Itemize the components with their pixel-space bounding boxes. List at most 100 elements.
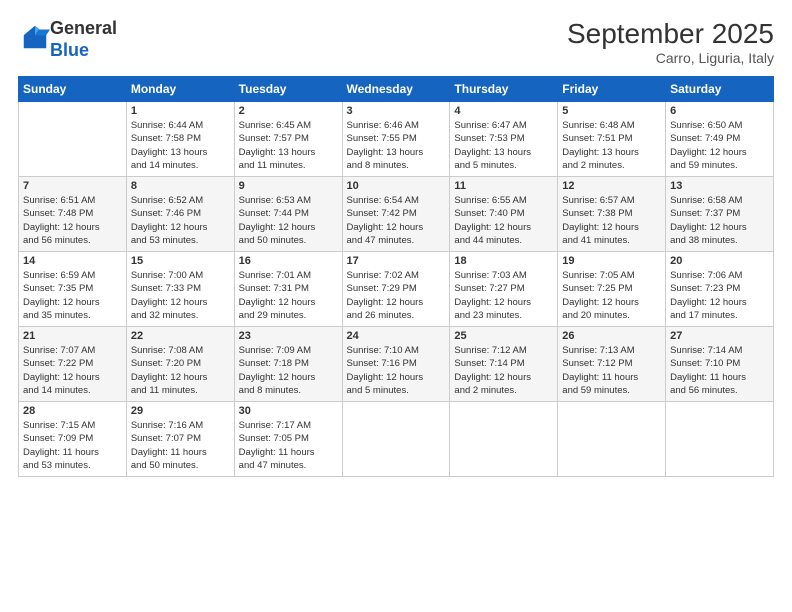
calendar-cell: 23Sunrise: 7:09 AM Sunset: 7:18 PM Dayli…: [234, 327, 342, 402]
cell-info: Sunrise: 6:54 AM Sunset: 7:42 PM Dayligh…: [347, 194, 446, 247]
weekday-header-saturday: Saturday: [666, 77, 774, 102]
calendar-cell: 12Sunrise: 6:57 AM Sunset: 7:38 PM Dayli…: [558, 177, 666, 252]
cell-info: Sunrise: 6:48 AM Sunset: 7:51 PM Dayligh…: [562, 119, 661, 172]
title-block: September 2025 Carro, Liguria, Italy: [567, 18, 774, 66]
calendar-cell: 21 Sunrise: 7:07 AM Sunset: 7:22 PM Dayli…: [19, 327, 127, 402]
cell-info: Sunrise: 7:10 AM Sunset: 7:16 PM Dayligh…: [347, 344, 446, 397]
cell-date: 7: [23, 180, 122, 192]
calendar-cell: 1Sunrise: 6:44 AM Sunset: 7:58 PM Daylig…: [126, 102, 234, 177]
calendar-cell: [450, 402, 558, 477]
cell-date: 22: [131, 330, 230, 342]
calendar-table: SundayMondayTuesdayWednesdayThursdayFrid…: [18, 76, 774, 477]
cell-date: 14: [23, 255, 122, 267]
cell-info: Sunrise: 6:53 AM Sunset: 7:44 PM Dayligh…: [239, 194, 338, 247]
calendar-cell: 10 Sunrise: 6:54 AM Sunset: 7:42 PM Dayli…: [342, 177, 450, 252]
cell-info: Sunrise: 7:16 AM Sunset: 7:07 PM Dayligh…: [131, 419, 230, 472]
cell-date: 26: [562, 330, 661, 342]
calendar-cell: 14 Sunrise: 6:59 AM Sunset: 7:35 PM Dayli…: [19, 252, 127, 327]
cell-info: Sunrise: 7:01 AM Sunset: 7:31 PM Dayligh…: [239, 269, 338, 322]
calendar-cell: 18 Sunrise: 7:03 AM Sunset: 7:27 PM Dayli…: [450, 252, 558, 327]
logo: General Blue: [18, 18, 117, 61]
weekday-header-monday: Monday: [126, 77, 234, 102]
weekday-header-row: SundayMondayTuesdayWednesdayThursdayFrid…: [19, 77, 774, 102]
calendar-cell: 27 Sunrise: 7:14 AM Sunset: 7:10 PM Dayli…: [666, 327, 774, 402]
cell-info: Sunrise: 6:45 AM Sunset: 7:57 PM Dayligh…: [239, 119, 338, 172]
calendar-cell: 8Sunrise: 6:52 AM Sunset: 7:46 PM Daylig…: [126, 177, 234, 252]
cell-date: 30: [239, 405, 338, 417]
cell-date: 21: [23, 330, 122, 342]
logo-blue: Blue: [50, 40, 89, 60]
calendar-cell: 30 Sunrise: 7:17 AM Sunset: 7:05 PM Dayli…: [234, 402, 342, 477]
cell-date: 24: [347, 330, 446, 342]
logo-general: General: [50, 18, 117, 38]
weekday-header-wednesday: Wednesday: [342, 77, 450, 102]
weekday-header-thursday: Thursday: [450, 77, 558, 102]
cell-date: 11: [454, 180, 553, 192]
cell-date: 16: [239, 255, 338, 267]
cell-info: Sunrise: 7:14 AM Sunset: 7:10 PM Dayligh…: [670, 344, 769, 397]
cell-date: 4: [454, 105, 553, 117]
cell-info: Sunrise: 7:12 AM Sunset: 7:14 PM Dayligh…: [454, 344, 553, 397]
cell-date: 17: [347, 255, 446, 267]
cell-info: Sunrise: 7:08 AM Sunset: 7:20 PM Dayligh…: [131, 344, 230, 397]
calendar-cell: 24 Sunrise: 7:10 AM Sunset: 7:16 PM Dayli…: [342, 327, 450, 402]
calendar-cell: [666, 402, 774, 477]
cell-info: Sunrise: 7:00 AM Sunset: 7:33 PM Dayligh…: [131, 269, 230, 322]
cell-info: Sunrise: 7:13 AM Sunset: 7:12 PM Dayligh…: [562, 344, 661, 397]
header: General Blue September 2025 Carro, Ligur…: [18, 18, 774, 66]
cell-info: Sunrise: 6:50 AM Sunset: 7:49 PM Dayligh…: [670, 119, 769, 172]
cell-info: Sunrise: 7:06 AM Sunset: 7:23 PM Dayligh…: [670, 269, 769, 322]
cell-info: Sunrise: 7:09 AM Sunset: 7:18 PM Dayligh…: [239, 344, 338, 397]
weekday-header-sunday: Sunday: [19, 77, 127, 102]
calendar-cell: 20 Sunrise: 7:06 AM Sunset: 7:23 PM Dayli…: [666, 252, 774, 327]
cell-date: 2: [239, 105, 338, 117]
calendar-cell: 6 Sunrise: 6:50 AM Sunset: 7:49 PM Daylig…: [666, 102, 774, 177]
calendar-cell: 19 Sunrise: 7:05 AM Sunset: 7:25 PM Dayli…: [558, 252, 666, 327]
calendar-cell: 28 Sunrise: 7:15 AM Sunset: 7:09 PM Dayli…: [19, 402, 127, 477]
cell-info: Sunrise: 7:17 AM Sunset: 7:05 PM Dayligh…: [239, 419, 338, 472]
cell-date: 3: [347, 105, 446, 117]
cell-date: 8: [131, 180, 230, 192]
calendar-cell: 29 Sunrise: 7:16 AM Sunset: 7:07 PM Dayli…: [126, 402, 234, 477]
calendar-cell: 4 Sunrise: 6:47 AM Sunset: 7:53 PM Daylig…: [450, 102, 558, 177]
calendar-cell: [558, 402, 666, 477]
cell-date: 10: [347, 180, 446, 192]
cell-info: Sunrise: 6:46 AM Sunset: 7:55 PM Dayligh…: [347, 119, 446, 172]
calendar-week-1: 1Sunrise: 6:44 AM Sunset: 7:58 PM Daylig…: [19, 102, 774, 177]
cell-date: 25: [454, 330, 553, 342]
calendar-cell: 9 Sunrise: 6:53 AM Sunset: 7:44 PM Daylig…: [234, 177, 342, 252]
cell-info: Sunrise: 6:51 AM Sunset: 7:48 PM Dayligh…: [23, 194, 122, 247]
logo-icon: [20, 22, 50, 52]
cell-info: Sunrise: 7:03 AM Sunset: 7:27 PM Dayligh…: [454, 269, 553, 322]
cell-info: Sunrise: 7:15 AM Sunset: 7:09 PM Dayligh…: [23, 419, 122, 472]
cell-info: Sunrise: 6:47 AM Sunset: 7:53 PM Dayligh…: [454, 119, 553, 172]
cell-date: 6: [670, 105, 769, 117]
cell-date: 13: [670, 180, 769, 192]
calendar-cell: 25 Sunrise: 7:12 AM Sunset: 7:14 PM Dayli…: [450, 327, 558, 402]
cell-date: 27: [670, 330, 769, 342]
calendar-cell: 2 Sunrise: 6:45 AM Sunset: 7:57 PM Daylig…: [234, 102, 342, 177]
calendar-week-4: 21 Sunrise: 7:07 AM Sunset: 7:22 PM Dayli…: [19, 327, 774, 402]
cell-info: Sunrise: 7:05 AM Sunset: 7:25 PM Dayligh…: [562, 269, 661, 322]
cell-info: Sunrise: 6:59 AM Sunset: 7:35 PM Dayligh…: [23, 269, 122, 322]
calendar-cell: 17 Sunrise: 7:02 AM Sunset: 7:29 PM Dayli…: [342, 252, 450, 327]
cell-date: 9: [239, 180, 338, 192]
calendar-cell: 15Sunrise: 7:00 AM Sunset: 7:33 PM Dayli…: [126, 252, 234, 327]
cell-info: Sunrise: 7:07 AM Sunset: 7:22 PM Dayligh…: [23, 344, 122, 397]
calendar-cell: 5Sunrise: 6:48 AM Sunset: 7:51 PM Daylig…: [558, 102, 666, 177]
calendar-week-2: 7 Sunrise: 6:51 AM Sunset: 7:48 PM Daylig…: [19, 177, 774, 252]
cell-info: Sunrise: 6:58 AM Sunset: 7:37 PM Dayligh…: [670, 194, 769, 247]
logo-text: General Blue: [50, 18, 117, 61]
cell-date: 20: [670, 255, 769, 267]
cell-date: 29: [131, 405, 230, 417]
calendar-cell: [19, 102, 127, 177]
calendar-cell: 11Sunrise: 6:55 AM Sunset: 7:40 PM Dayli…: [450, 177, 558, 252]
cell-date: 28: [23, 405, 122, 417]
calendar-cell: 22 Sunrise: 7:08 AM Sunset: 7:20 PM Dayli…: [126, 327, 234, 402]
calendar-cell: 7 Sunrise: 6:51 AM Sunset: 7:48 PM Daylig…: [19, 177, 127, 252]
calendar-cell: [342, 402, 450, 477]
cell-date: 18: [454, 255, 553, 267]
location: Carro, Liguria, Italy: [567, 50, 774, 66]
cell-info: Sunrise: 7:02 AM Sunset: 7:29 PM Dayligh…: [347, 269, 446, 322]
cell-date: 19: [562, 255, 661, 267]
